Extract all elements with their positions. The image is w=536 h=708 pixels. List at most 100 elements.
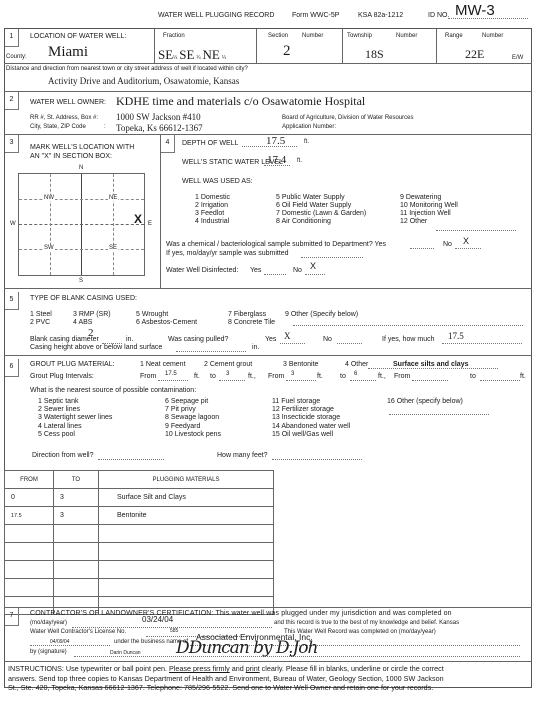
diameter-value[interactable]: 2 [88, 327, 94, 339]
use-option[interactable]: 5 Public Water Supply [276, 194, 366, 202]
city-value[interactable]: Topeka, Ks 66612-1367 [116, 123, 203, 133]
record-date[interactable]: 04/09/04 [50, 639, 69, 645]
interval-2-to[interactable]: 6 [354, 371, 357, 377]
static-value[interactable]: 17.4 [267, 154, 286, 166]
contam-option[interactable]: 16 Other (specify below) [387, 398, 463, 405]
sample-no-mark[interactable]: X [463, 236, 469, 246]
disinfected-yes-label: Yes [250, 267, 262, 274]
contam-option[interactable]: 1 Septic tank [38, 398, 112, 406]
well-location-mark[interactable]: X [134, 212, 142, 226]
contam-option[interactable]: 14 Abandoned water well [272, 423, 350, 431]
use-option[interactable]: 12 Other [400, 218, 458, 226]
casing-option[interactable]: 5 Wrought [136, 311, 197, 319]
owner-value[interactable]: KDHE time and materials c/o Osawatomie H… [116, 94, 365, 109]
cell-from[interactable]: 17.5 [4, 506, 54, 525]
dotted-line [305, 274, 325, 275]
cell-to[interactable] [53, 578, 99, 597]
use-option[interactable]: 7 Domestic (Lawn & Garden) [276, 210, 366, 218]
use-option[interactable]: 3 Feedlot [195, 210, 230, 218]
instructions-text: and [229, 664, 246, 673]
divider [160, 134, 161, 288]
north-label: N [79, 165, 84, 171]
grout-option[interactable]: 3 Bentonite [283, 361, 318, 368]
depth-value[interactable]: 17.5 [266, 135, 285, 147]
casing-option[interactable]: 4 ABS [73, 319, 111, 327]
contam-option[interactable]: 13 Insecticide storage [272, 414, 350, 422]
pulled-yes-mark[interactable]: X [284, 331, 291, 341]
completed-date[interactable]: 03/24/04 [142, 615, 173, 624]
cell-to[interactable] [53, 524, 99, 543]
quarter-mark: ¼ [221, 55, 227, 61]
contam-option[interactable]: 2 Sewer lines [38, 406, 112, 414]
cell-from[interactable] [4, 542, 54, 561]
use-option[interactable]: 11 Injection Well [400, 210, 458, 218]
contam-option[interactable]: 15 Oil well/Gas well [272, 431, 350, 439]
interval-1-from[interactable]: 17.5 [165, 371, 177, 377]
city-label: City, State, ZIP Code [30, 124, 86, 130]
use-col-1: 1 Domestic 2 Irrigation 3 Feedlot 4 Indu… [195, 194, 230, 226]
casing-option[interactable]: 1 Steel [30, 311, 52, 319]
contam-option[interactable]: 10 Livestock pens [165, 431, 221, 439]
casing-option[interactable]: 3 RMP (SR) [73, 311, 111, 319]
signature[interactable]: DDuncan by D.Joh [176, 638, 318, 658]
contam-option[interactable]: 11 Fuel storage [272, 398, 350, 406]
mark-label-2: AN "X" IN SECTION BOX: [30, 153, 112, 160]
use-option[interactable]: 9 Dewatering [400, 194, 458, 202]
signer-name[interactable]: Darin Duncan [110, 650, 141, 656]
use-option[interactable]: 1 Domestic [195, 194, 230, 202]
fraction-value[interactable]: SE¼ SE ¼ NE ¼ [158, 47, 226, 63]
cell-from[interactable] [4, 524, 54, 543]
contam-option[interactable]: 7 Pit privy [165, 406, 221, 414]
cell-material[interactable] [98, 542, 274, 561]
contam-option[interactable]: 9 Feedyard [165, 423, 221, 431]
casing-option[interactable]: 7 Fiberglass [228, 311, 275, 319]
township-value[interactable]: 18S [365, 47, 384, 62]
grout-option[interactable]: 2 Cement grout [204, 361, 252, 368]
grid-line [19, 199, 144, 200]
contam-option[interactable]: 5 Cess pool [38, 431, 112, 439]
cell-to[interactable] [53, 542, 99, 561]
cell-material[interactable] [98, 578, 274, 597]
use-option[interactable]: 6 Oil Field Water Supply [276, 202, 366, 210]
address-value[interactable]: 1000 SW Jackson #410 [116, 112, 201, 122]
cell-from[interactable] [4, 578, 54, 597]
casing-option[interactable]: 9 Other (Specify below) [285, 311, 358, 318]
county-value[interactable]: Miami [48, 44, 88, 61]
grout-option[interactable]: 1 Neat cement [140, 361, 186, 368]
casing-option[interactable]: 2 PVC [30, 319, 52, 327]
range-value[interactable]: 22E [465, 47, 484, 62]
section-box[interactable] [18, 173, 145, 276]
use-option[interactable]: 4 Industrial [195, 218, 230, 226]
cell-material[interactable] [98, 560, 274, 579]
cell-material[interactable]: Bentonite [98, 506, 274, 525]
fraction-3: NE [202, 47, 220, 62]
grout-other-value[interactable]: Surface silts and clays [393, 361, 468, 368]
cell-to[interactable] [53, 560, 99, 579]
license-number[interactable]: 585 [170, 628, 178, 634]
contam-option[interactable]: 8 Sewage lagoon [165, 414, 221, 422]
howmuch-value[interactable]: 17.5 [448, 331, 464, 341]
contam-option[interactable]: 12 Fertilizer storage [272, 406, 350, 414]
interval-1-to[interactable]: 3 [226, 371, 229, 377]
section-value[interactable]: 2 [283, 43, 291, 60]
id-value[interactable]: MW-3 [455, 2, 495, 19]
casing-option[interactable]: 6 Asbestos-Cement [136, 319, 197, 327]
use-option[interactable]: 10 Monitoring Well [400, 202, 458, 210]
contam-option[interactable]: 3 Watertight sewer lines [38, 414, 112, 422]
cell-from[interactable] [4, 560, 54, 579]
distance-value[interactable]: Activity Drive and Auditorium, Osawatomi… [48, 76, 239, 86]
cell-from[interactable]: 0 [4, 488, 54, 507]
interval-2-from[interactable]: 3 [291, 371, 294, 377]
cell-material[interactable]: Surface Silt and Clays [98, 488, 274, 507]
use-option[interactable]: 8 Air Conditioning [276, 218, 366, 226]
contam-option[interactable]: 6 Seepage pit [165, 398, 221, 406]
cell-to[interactable]: 3 [53, 488, 99, 507]
contam-option[interactable]: 4 Lateral lines [38, 423, 112, 431]
cell-material[interactable] [98, 524, 274, 543]
cell-to[interactable]: 3 [53, 506, 99, 525]
disinfected-no-mark[interactable]: X [310, 261, 316, 271]
casing-option[interactable]: 8 Concrete Tile [228, 319, 275, 327]
section-6-number: 6 [5, 359, 19, 377]
grout-option[interactable]: 4 Other [345, 361, 368, 368]
use-option[interactable]: 2 Irrigation [195, 202, 230, 210]
